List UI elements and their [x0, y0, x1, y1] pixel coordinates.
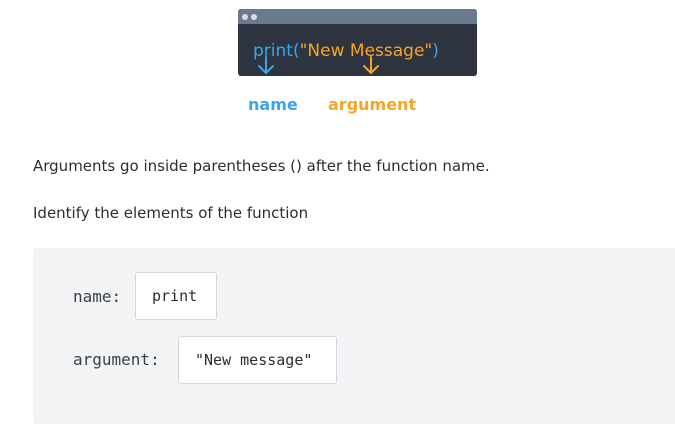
- window-titlebar: [238, 9, 477, 24]
- name-caption: name: [248, 95, 298, 114]
- argument-caption: argument: [328, 95, 417, 114]
- pointer-arrows: [258, 56, 379, 75]
- argument-field-label: argument:: [73, 350, 160, 369]
- argument-answer-field[interactable]: "New message": [178, 336, 337, 384]
- name-answer-field[interactable]: print: [135, 272, 217, 320]
- exercise-panel: name: print argument: "New message": [33, 248, 675, 424]
- instruction-text: Identify the elements of the function: [33, 204, 309, 222]
- window-dot-icon: [251, 14, 257, 20]
- argument-arrow-icon: [363, 56, 379, 75]
- name-arrow-icon: [258, 56, 274, 75]
- lesson-page: print("New Message") name argument Argum…: [0, 0, 675, 446]
- explanation-text: Arguments go inside parentheses () after…: [33, 157, 490, 175]
- window-dot-icon: [242, 14, 248, 20]
- name-field-label: name:: [73, 287, 122, 306]
